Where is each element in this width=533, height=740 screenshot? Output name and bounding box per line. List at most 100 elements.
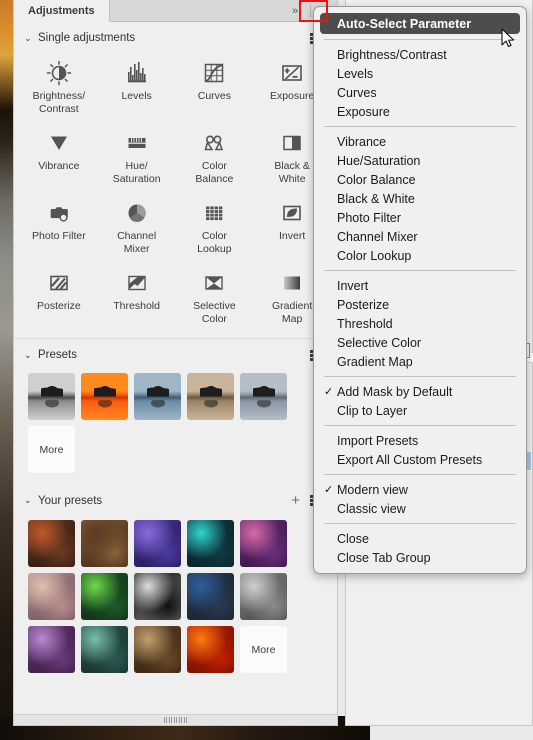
check-icon: ✓ (324, 386, 334, 398)
adjustment-levels[interactable]: Levels (98, 56, 176, 116)
menu-item-curves[interactable]: Curves (314, 83, 526, 102)
user-preset-teal-leaves[interactable] (81, 626, 128, 673)
chevron-down-icon[interactable]: ⌄ (24, 496, 38, 505)
preset-sepia[interactable] (187, 373, 234, 420)
menu-item-label: Color Lookup (337, 248, 412, 263)
preset-cool-blue[interactable] (134, 373, 181, 420)
adjustment-threshold[interactable]: Threshold (98, 266, 176, 326)
menu-item-invert[interactable]: Invert (314, 276, 526, 295)
menu-item-import-presets[interactable]: Import Presets (314, 431, 526, 450)
thumbnail-reflection (146, 400, 169, 410)
presets-thumbnail-list: More (14, 369, 337, 483)
menu-item-posterize[interactable]: Posterize (314, 295, 526, 314)
menu-item-modern-view[interactable]: ✓ Modern view (314, 480, 526, 499)
tab-label: Adjustments (28, 4, 95, 17)
adjustment-brightness-contrast[interactable]: Brightness/ Contrast (20, 56, 98, 116)
menu-item-close[interactable]: Close (314, 529, 526, 548)
exposure-icon (279, 60, 305, 86)
menu-item-channel-mixer[interactable]: Channel Mixer (314, 227, 526, 246)
check-icon: ✓ (324, 484, 334, 496)
adjustment-label: Posterize (36, 300, 81, 312)
adjustment-curves[interactable]: Curves (176, 56, 254, 116)
menu-item-black-white[interactable]: Black & White (314, 189, 526, 208)
panel-overflow-chevrons-icon[interactable]: » (282, 0, 308, 21)
menu-item-selective-color[interactable]: Selective Color (314, 333, 526, 352)
menu-item-clip-to-layer[interactable]: Clip to Layer (314, 401, 526, 420)
menu-item-color-balance[interactable]: Color Balance (314, 170, 526, 189)
menu-item-label: Threshold (337, 316, 393, 331)
adjustment-hue-saturation[interactable]: Hue/ Saturation (98, 126, 176, 186)
menu-item-label: Curves (337, 85, 377, 100)
menu-item-gradient-map[interactable]: Gradient Map (314, 352, 526, 371)
user-preset-grayscale-test[interactable] (134, 573, 181, 620)
menu-item-label: Import Presets (337, 433, 419, 448)
user-preset-brown-leaves[interactable] (134, 626, 181, 673)
menu-item-classic-view[interactable]: Classic view (314, 499, 526, 518)
thumbnail-subject (199, 382, 222, 397)
menu-item-label: Color Balance (337, 172, 416, 187)
user-preset-cars[interactable] (240, 573, 287, 620)
menu-item-close-tab-group[interactable]: Close Tab Group (314, 548, 526, 567)
your-presets-more-button[interactable]: More (240, 626, 287, 673)
chevron-down-icon[interactable]: ⌄ (24, 33, 38, 43)
invert-icon (279, 200, 305, 226)
menu-item-threshold[interactable]: Threshold (314, 314, 526, 333)
adjustment-photo-filter[interactable]: Photo Filter (20, 196, 98, 256)
section-header-presets[interactable]: ⌄ Presets (14, 339, 337, 369)
menu-item-hue-saturation[interactable]: Hue/Saturation (314, 151, 526, 170)
preset-desaturated-blue[interactable] (240, 373, 287, 420)
panel-resize-grip[interactable] (14, 714, 337, 725)
user-preset-purple-moon[interactable] (240, 520, 287, 567)
thumbnail-reflection (40, 400, 63, 410)
menu-item-exposure[interactable]: Exposure (314, 102, 526, 121)
menu-separator (324, 376, 516, 377)
adjustment-label: Color Lookup (197, 230, 232, 255)
menu-item-label: Photo Filter (337, 210, 401, 225)
user-preset-purple-leaves[interactable] (28, 626, 75, 673)
black-white-icon (279, 130, 305, 156)
panel-options-menu: Auto-Select Parameter Brightness/Contrast… (313, 6, 527, 574)
add-preset-icon[interactable]: + (291, 493, 300, 508)
adjustment-label: Channel Mixer (117, 230, 157, 255)
preset-orange-sunset[interactable] (81, 373, 128, 420)
section-header-single-adjustments[interactable]: ⌄ Single adjustments (14, 22, 337, 52)
adjustment-label: Brightness/ Contrast (32, 90, 86, 115)
user-preset-blue-truck[interactable] (187, 573, 234, 620)
user-preset-green-dragon[interactable] (81, 573, 128, 620)
user-preset-neon-rain[interactable] (134, 520, 181, 567)
chevrons-glyph: » (291, 4, 299, 17)
menu-item-label: Channel Mixer (337, 229, 418, 244)
user-preset-desert[interactable] (81, 520, 128, 567)
menu-item-export-all-custom-presets[interactable]: Export All Custom Presets (314, 450, 526, 469)
menu-item-brightness-contrast[interactable]: Brightness/Contrast (314, 45, 526, 64)
color-balance-icon (201, 130, 227, 156)
user-preset-red-leaves[interactable] (187, 626, 234, 673)
channel-mixer-icon (124, 200, 150, 226)
menu-item-vibrance[interactable]: Vibrance (314, 132, 526, 151)
adjustment-vibrance[interactable]: Vibrance (20, 126, 98, 186)
menu-item-photo-filter[interactable]: Photo Filter (314, 208, 526, 227)
section-header-your-presets[interactable]: ⌄ Your presets + (14, 483, 337, 516)
menu-item-label: Brightness/Contrast (337, 47, 447, 62)
menu-item-add-mask-by-default[interactable]: ✓ Add Mask by Default (314, 382, 526, 401)
user-preset-fantasy-warrior[interactable] (28, 520, 75, 567)
user-preset-teal-tank[interactable] (187, 520, 234, 567)
preset-bw-landscape[interactable] (28, 373, 75, 420)
presets-more-button[interactable]: More (28, 426, 75, 473)
menu-item-label: Close Tab Group (337, 550, 431, 565)
tab-adjustments[interactable]: Adjustments (14, 0, 110, 22)
menu-item-auto-select-parameter[interactable]: Auto-Select Parameter (320, 13, 520, 34)
adjustment-channel-mixer[interactable]: Channel Mixer (98, 196, 176, 256)
menu-item-label: Invert (337, 278, 369, 293)
section-title-presets: Presets (38, 349, 77, 361)
grip-icon (163, 717, 188, 723)
adjustment-selective-color[interactable]: Selective Color (176, 266, 254, 326)
menu-item-color-lookup[interactable]: Color Lookup (314, 246, 526, 265)
menu-item-levels[interactable]: Levels (314, 64, 526, 83)
user-preset-octopus[interactable] (28, 573, 75, 620)
adjustment-color-balance[interactable]: Color Balance (176, 126, 254, 186)
chevron-down-icon[interactable]: ⌄ (24, 350, 38, 360)
adjustment-color-lookup[interactable]: Color Lookup (176, 196, 254, 256)
adjustment-label: Vibrance (38, 160, 80, 172)
adjustment-posterize[interactable]: Posterize (20, 266, 98, 326)
